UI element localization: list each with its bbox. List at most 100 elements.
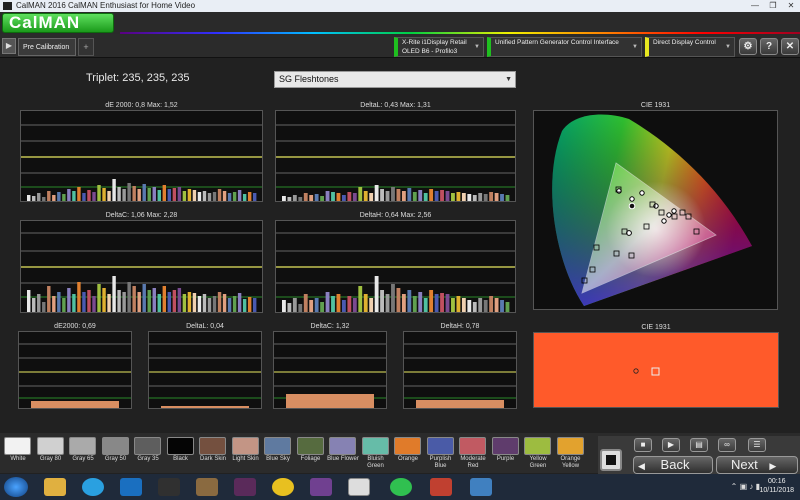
bar — [489, 296, 494, 312]
read-button[interactable]: ▶ — [662, 438, 680, 452]
loop-button[interactable]: ∞ — [718, 438, 736, 452]
swatch-purplish-blue[interactable]: Purplish Blue — [425, 435, 457, 469]
app-icon-spark[interactable] — [310, 478, 332, 496]
help-button[interactable]: ? — [760, 38, 778, 55]
calman-logo[interactable]: CalMAN — [2, 13, 114, 33]
bar — [227, 298, 232, 312]
pattern-generator-selector[interactable]: Unified Pattern Generator Control Interf… — [487, 37, 642, 57]
window-controls: — ❐ ✕ — [746, 0, 800, 12]
bar — [37, 193, 41, 201]
app-icon-blue[interactable] — [470, 478, 492, 496]
preset-value: SG Fleshtones — [279, 74, 339, 84]
swatch-gray-65[interactable]: Gray 65 — [67, 435, 99, 469]
bar — [152, 288, 156, 312]
swatch-label: Purple — [496, 456, 515, 462]
teamviewer-icon[interactable] — [120, 478, 142, 496]
file-explorer-icon[interactable] — [44, 478, 66, 496]
bar — [132, 186, 136, 201]
close-workflow-button[interactable]: ✕ — [781, 38, 799, 55]
swatch-yellow-green[interactable]: Yellow Green — [522, 435, 554, 469]
bar — [380, 189, 384, 201]
swatch-gray-35[interactable]: Gray 35 — [132, 435, 164, 469]
bar — [47, 191, 51, 201]
paint-icon[interactable] — [196, 478, 218, 496]
swatch-light-skin[interactable]: Light Skin — [230, 435, 262, 469]
swatch-blue-flower[interactable]: Blue Flower — [327, 435, 359, 469]
bar — [292, 195, 297, 201]
bar — [451, 298, 455, 312]
back-button[interactable]: ◀ Back — [633, 456, 713, 474]
app-icon-red[interactable] — [430, 478, 452, 496]
bar — [489, 192, 494, 201]
settings-button[interactable]: ⚙ — [739, 38, 757, 55]
stop-icon: ■ — [640, 440, 646, 449]
swatch-white[interactable]: White — [2, 435, 34, 469]
bar — [177, 288, 182, 312]
bar — [401, 191, 406, 201]
app-icon-bars[interactable] — [158, 478, 180, 496]
swatch-gray-50[interactable]: Gray 50 — [100, 435, 132, 469]
tab-pre-calibration[interactable]: Pre Calibration — [18, 38, 76, 56]
meter-device-selector[interactable]: X-Rite i1Display Retail OLED B6 - Profil… — [394, 37, 484, 57]
bar — [385, 294, 390, 312]
swatch-moderate-red[interactable]: Moderate Red — [457, 435, 489, 469]
swatch-orange[interactable]: Orange — [392, 435, 424, 469]
bar — [77, 187, 81, 201]
maximize-button[interactable]: ❐ — [764, 0, 782, 12]
bar — [374, 185, 379, 201]
swatch-bluish-green[interactable]: Bluish Green — [360, 435, 392, 469]
swatch-label: Moderate Red — [460, 456, 486, 469]
swatch-gray-80[interactable]: Gray 80 — [35, 435, 67, 469]
stop-button[interactable]: ■ — [634, 438, 652, 452]
play-arrow-icon[interactable]: ▶ — [2, 38, 16, 54]
swatch-purple[interactable]: Purple — [490, 435, 522, 469]
bar — [87, 290, 91, 312]
swatch-chip — [4, 437, 31, 455]
swatch-chip — [69, 437, 96, 455]
bar — [92, 296, 96, 312]
app-icon-hcfr[interactable] — [234, 478, 256, 496]
bar — [423, 193, 428, 201]
calman-taskbar-icon[interactable] — [348, 478, 370, 496]
bar — [472, 195, 477, 201]
bar — [336, 294, 341, 312]
minimize-button[interactable]: — — [746, 0, 764, 12]
options-button[interactable]: ☰ — [748, 438, 766, 452]
bar — [440, 293, 444, 312]
system-tray[interactable]: ⌃ ▣ ♪ ▮ — [731, 482, 760, 491]
swatch-label: White — [10, 456, 26, 462]
swatch-black[interactable]: Black — [165, 435, 197, 469]
skype-icon[interactable] — [82, 478, 104, 496]
next-button[interactable]: Next ▶ — [716, 456, 798, 474]
bar — [242, 194, 247, 201]
swatch-label: Yellow Green — [529, 456, 547, 469]
clock-time: 00:16 — [767, 478, 786, 485]
swatch-orange-yellow[interactable]: Orange Yellow — [555, 435, 587, 469]
swatch-chip — [524, 437, 551, 455]
bar — [407, 188, 412, 201]
swatch-dark-skin[interactable]: Dark Skin — [197, 435, 229, 469]
display-control-selector[interactable]: Direct Display Control ▼ — [645, 37, 735, 57]
swatch-foliage[interactable]: Foliage — [295, 435, 327, 469]
chrome-icon[interactable] — [272, 478, 294, 496]
bar — [336, 193, 341, 201]
bar — [32, 298, 36, 312]
bar — [122, 189, 126, 201]
add-tab-button[interactable]: + — [78, 38, 94, 56]
start-button[interactable] — [4, 477, 28, 497]
stop-measure-button[interactable] — [600, 449, 622, 471]
swatch-label: Black — [173, 456, 188, 462]
bar — [363, 191, 368, 201]
close-window-button[interactable]: ✕ — [782, 0, 800, 12]
bar — [467, 300, 472, 312]
read-series-button[interactable]: ▤ — [690, 438, 708, 452]
bar — [331, 192, 335, 201]
whatsapp-icon[interactable] — [390, 478, 412, 496]
clock[interactable]: 00:16 10/11/2018 — [759, 477, 794, 495]
chart-title-deltac: DeltaC: 1,06 Max: 2,28 — [105, 212, 178, 219]
swatch-chip — [426, 437, 454, 455]
bar — [380, 290, 384, 312]
pattern-generator-name: Unified Pattern Generator Control Interf… — [495, 39, 619, 46]
preset-dropdown[interactable]: SG Fleshtones ▼ — [274, 71, 516, 88]
swatch-blue-sky[interactable]: Blue Sky — [262, 435, 294, 469]
